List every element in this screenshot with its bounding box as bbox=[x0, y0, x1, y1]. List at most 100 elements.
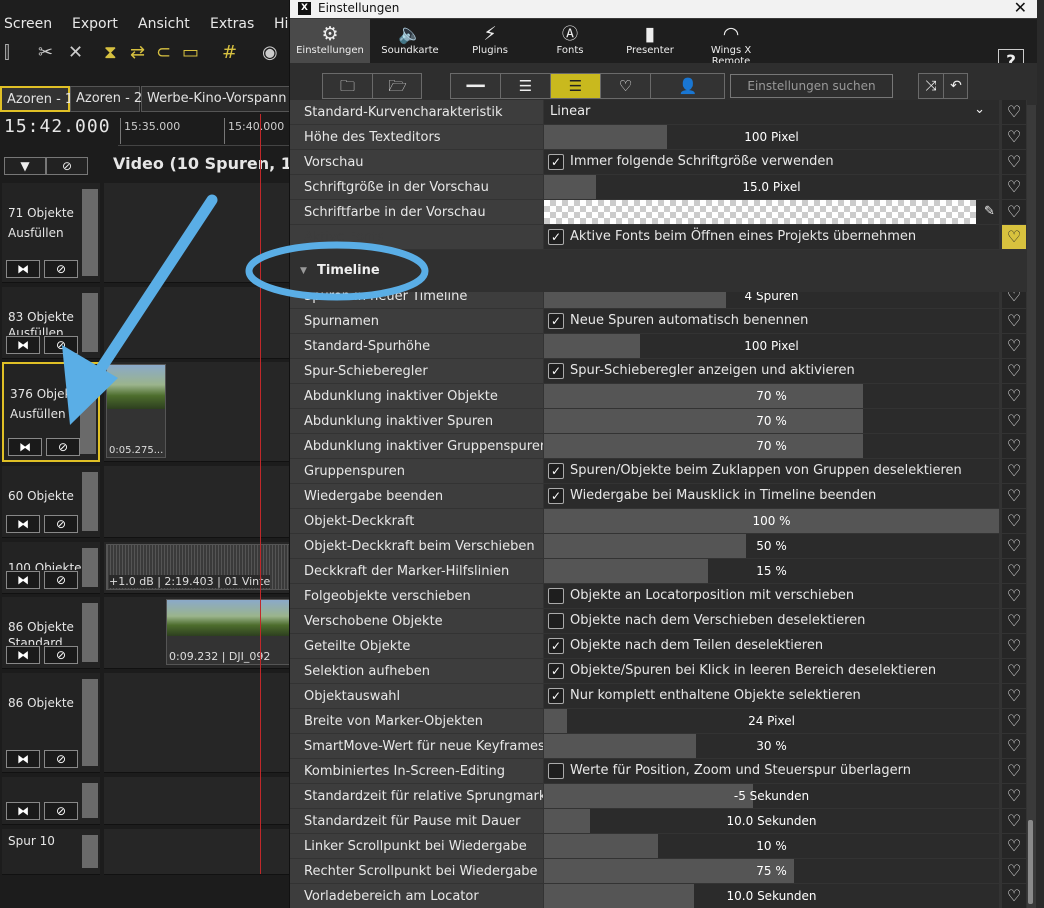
track-lane[interactable] bbox=[104, 183, 290, 283]
track-solo-button[interactable]: ⧓ bbox=[6, 515, 40, 533]
favorite-heart-icon[interactable]: ♡ bbox=[1002, 834, 1026, 858]
menu-screen[interactable]: Screen bbox=[4, 16, 52, 32]
track-volume-bar[interactable] bbox=[82, 548, 98, 587]
track-volume-bar[interactable] bbox=[82, 783, 98, 818]
track-mute-button[interactable]: ⊘ bbox=[44, 571, 78, 589]
track-solo-button[interactable]: ⧓ bbox=[6, 646, 40, 664]
setting-slider[interactable]: 70 % bbox=[544, 384, 999, 408]
eyedropper-icon[interactable]: ✎ bbox=[980, 200, 999, 224]
favorite-heart-icon[interactable]: ♡ bbox=[1002, 309, 1026, 333]
track-header[interactable]: 83 Objekte Ausfüllen ⧓ ⊘ bbox=[2, 287, 100, 359]
checkbox-checked[interactable]: ✓ bbox=[548, 363, 564, 379]
swap-icon[interactable]: ⇄ bbox=[130, 42, 145, 63]
checkbox-unchecked[interactable] bbox=[548, 613, 564, 629]
project-tab-azoren-1[interactable]: Azoren - 1 bbox=[0, 86, 73, 112]
checkbox-checked[interactable]: ✓ bbox=[548, 154, 564, 170]
checkbox-checked[interactable]: ✓ bbox=[548, 313, 564, 329]
tab-einstellungen[interactable]: ⚙ Einstellungen bbox=[290, 19, 370, 63]
favorite-heart-icon[interactable]: ♡ bbox=[1002, 225, 1026, 249]
favorite-heart-icon[interactable]: ♡ bbox=[1002, 434, 1026, 458]
track-mute-button[interactable]: ⊘ bbox=[44, 515, 78, 533]
favorite-heart-icon[interactable]: ♡ bbox=[1002, 859, 1026, 883]
favorite-heart-icon[interactable]: ♡ bbox=[1002, 334, 1026, 358]
setting-slider[interactable]: 100 Pixel bbox=[544, 334, 999, 358]
setting-slider[interactable]: 100 % bbox=[544, 509, 999, 533]
grid-icon[interactable]: # bbox=[222, 42, 237, 63]
track-volume-bar[interactable] bbox=[82, 293, 98, 352]
favorite-heart-icon[interactable]: ♡ bbox=[1002, 709, 1026, 733]
folder-open-icon[interactable]: 🗁 bbox=[373, 74, 422, 98]
checkbox-checked[interactable]: ✓ bbox=[548, 688, 564, 704]
favorite-heart-icon[interactable]: ♡ bbox=[1002, 659, 1026, 683]
ruler-icon[interactable]: ▭ bbox=[182, 42, 199, 63]
favorite-heart-icon[interactable]: ♡ bbox=[1002, 759, 1026, 783]
compact-view-icon[interactable]: ━━ bbox=[451, 74, 501, 98]
track-header[interactable]: 86 Objekte Standard ⧓ ⊘ bbox=[2, 597, 100, 669]
favorite-heart-icon[interactable]: ♡ bbox=[1002, 125, 1026, 149]
project-tab-azoren-2[interactable]: Azoren - 2 bbox=[70, 86, 142, 112]
list-view-icon[interactable]: ☰ bbox=[501, 74, 551, 98]
menu-export[interactable]: Export bbox=[72, 16, 118, 32]
checkbox-unchecked[interactable] bbox=[548, 588, 564, 604]
checkbox-checked[interactable]: ✓ bbox=[548, 463, 564, 479]
favorite-heart-icon[interactable]: ♡ bbox=[1002, 150, 1026, 174]
user-settings-icon[interactable]: 👤 bbox=[651, 74, 725, 98]
track-header[interactable]: ⧓ ⊘ bbox=[2, 777, 100, 825]
track-lane[interactable] bbox=[104, 287, 290, 359]
setting-slider[interactable]: 100 Pixel bbox=[544, 125, 999, 149]
favorite-heart-icon[interactable]: ♡ bbox=[1002, 609, 1026, 633]
magnet-icon[interactable]: ⊂ bbox=[156, 42, 171, 63]
hourglass-icon[interactable]: ⧗ bbox=[104, 42, 117, 63]
track-header[interactable]: Spur 10 bbox=[2, 829, 100, 875]
project-tab-werbe[interactable]: Werbe-Kino-Vorspann bbox=[141, 86, 290, 112]
setting-slider[interactable]: 10.0 Sekunden bbox=[544, 809, 999, 833]
track-volume-bar[interactable] bbox=[80, 370, 96, 454]
tab-presenter[interactable]: ▮ Presenter bbox=[610, 19, 690, 63]
setting-slider[interactable]: 24 Pixel bbox=[544, 709, 999, 733]
collapse-button[interactable]: ▼ bbox=[4, 157, 46, 175]
tab-fonts[interactable]: Ⓐ Fonts bbox=[530, 19, 610, 63]
tab-plugins[interactable]: ⚡ Plugins bbox=[450, 19, 530, 63]
scrollbar-thumb[interactable] bbox=[1028, 820, 1033, 904]
favorite-heart-icon[interactable]: ♡ bbox=[1002, 359, 1026, 383]
playhead[interactable] bbox=[260, 114, 261, 874]
dialog-titlebar[interactable]: X Einstellungen ✕ bbox=[290, 0, 1037, 18]
tab-wings-x-remote[interactable]: ◠ Wings X Remote bbox=[690, 19, 772, 67]
color-swatch[interactable] bbox=[544, 200, 976, 224]
tab-soundkarte[interactable]: 🔈 Soundkarte bbox=[370, 19, 450, 63]
video-clip[interactable]: 0:09.232 | DJI_092 bbox=[166, 599, 290, 665]
track-mute-button[interactable]: ⊘ bbox=[44, 336, 78, 354]
track-solo-button[interactable]: ⧓ bbox=[6, 802, 40, 820]
favorite-heart-icon[interactable]: ♡ bbox=[1002, 384, 1026, 408]
favorite-heart-icon[interactable]: ♡ bbox=[1002, 684, 1026, 708]
track-header[interactable]: 71 Objekte Ausfüllen ⧓ ⊘ bbox=[2, 183, 100, 283]
track-solo-button[interactable]: ⧓ bbox=[6, 750, 40, 768]
track-mute-button[interactable]: ⊘ bbox=[44, 260, 78, 278]
setting-slider[interactable]: 10.0 Sekunden bbox=[544, 884, 999, 908]
favorite-heart-icon[interactable]: ♡ bbox=[1002, 559, 1026, 583]
favorite-heart-icon[interactable]: ♡ bbox=[1002, 509, 1026, 533]
track-mute-button[interactable]: ⊘ bbox=[46, 438, 80, 456]
favorite-heart-icon[interactable]: ♡ bbox=[1002, 534, 1026, 558]
favorite-heart-icon[interactable]: ♡ bbox=[1002, 459, 1026, 483]
track-lane[interactable] bbox=[104, 466, 290, 538]
favorite-heart-icon[interactable]: ♡ bbox=[1002, 409, 1026, 433]
track-lane[interactable] bbox=[104, 829, 290, 875]
menu-more[interactable]: Hi bbox=[274, 16, 288, 32]
track-lane[interactable] bbox=[104, 673, 290, 773]
menu-extras[interactable]: Extras bbox=[210, 16, 254, 32]
track-lane[interactable] bbox=[104, 777, 290, 825]
collapse-all-icon[interactable]: ⤨ bbox=[919, 74, 944, 98]
eye-icon[interactable]: ◉ bbox=[262, 42, 278, 63]
favorite-heart-icon[interactable]: ♡ bbox=[1002, 175, 1026, 199]
time-ruler[interactable]: 15:35.000 15:40.000 bbox=[118, 114, 290, 146]
checkbox-checked[interactable]: ✓ bbox=[548, 229, 564, 245]
setting-slider[interactable]: 75 % bbox=[544, 859, 999, 883]
close-button[interactable]: ✕ bbox=[1014, 0, 1027, 17]
menu-ansicht[interactable]: Ansicht bbox=[138, 16, 190, 32]
settings-search-input[interactable]: Einstellungen suchen bbox=[730, 74, 893, 98]
track-solo-button[interactable]: ⧓ bbox=[6, 260, 40, 278]
checkbox-checked[interactable]: ✓ bbox=[548, 638, 564, 654]
track-header-selected[interactable]: 376 Objekte Ausfüllen ⧓ ⊘ bbox=[2, 362, 100, 462]
setting-dropdown[interactable]: Linear ⌄ bbox=[544, 100, 999, 124]
